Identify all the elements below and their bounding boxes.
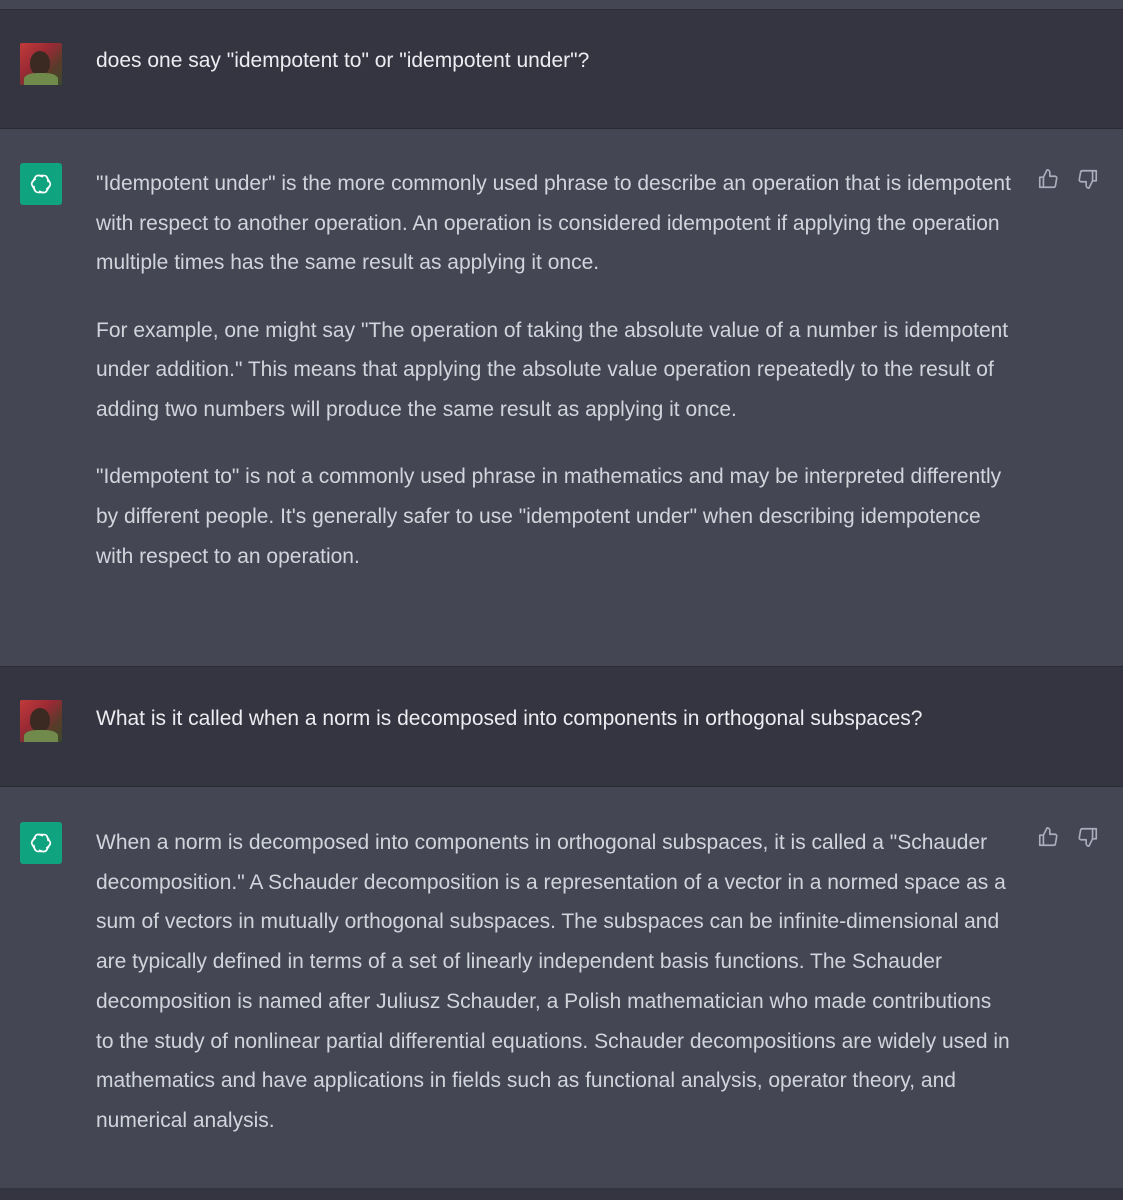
thumbs-down-icon [1078, 169, 1098, 189]
assistant-paragraph: For example, one might say "The operatio… [96, 318, 1009, 422]
user-message-text: What is it called when a norm is decompo… [96, 707, 923, 730]
assistant-message: "Idempotent under" is the more commonly … [0, 129, 1123, 667]
user-message: does one say "idempotent to" or "idempot… [0, 10, 1123, 129]
openai-logo-icon [30, 174, 52, 194]
previous-message-edge [0, 0, 1123, 10]
assistant-paragraph: "Idempotent under" is the more commonly … [96, 172, 1011, 275]
user-message-text: does one say "idempotent to" or "idempot… [96, 49, 590, 72]
thumbs-up-icon [1038, 169, 1058, 189]
assistant-paragraph: "Idempotent to" is not a commonly used p… [96, 465, 1002, 568]
thumbs-down-icon [1078, 827, 1098, 847]
user-avatar [20, 700, 62, 742]
thumbs-up-button[interactable] [1036, 167, 1060, 191]
thumbs-up-icon [1038, 827, 1058, 847]
thumbs-up-button[interactable] [1036, 825, 1060, 849]
assistant-message-text: When a norm is decomposed into component… [96, 823, 1011, 1141]
assistant-paragraph: When a norm is decomposed into component… [96, 831, 1010, 1132]
user-message: What is it called when a norm is decompo… [0, 667, 1123, 787]
user-avatar [20, 43, 62, 85]
feedback-buttons [1036, 825, 1100, 849]
assistant-message-text: "Idempotent under" is the more commonly … [96, 164, 1011, 576]
chatgpt-avatar [20, 163, 62, 205]
thumbs-down-button[interactable] [1076, 825, 1100, 849]
feedback-buttons [1036, 167, 1100, 191]
openai-logo-icon [30, 833, 52, 853]
chatgpt-avatar [20, 822, 62, 864]
assistant-message: When a norm is decomposed into component… [0, 787, 1123, 1189]
next-message-edge [0, 1188, 1123, 1200]
thumbs-down-button[interactable] [1076, 167, 1100, 191]
